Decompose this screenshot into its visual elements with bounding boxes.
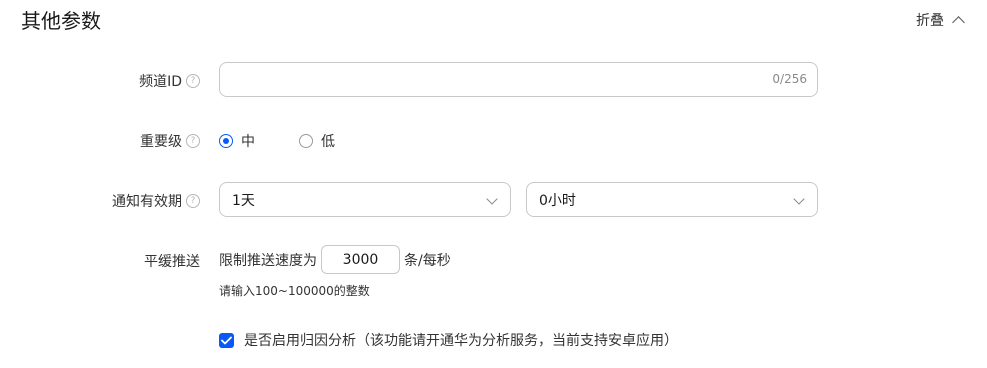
channel-id-label-group: 频道ID ? [139,71,200,91]
smooth-push-label: 平缓推送 [144,254,200,270]
collapse-label[interactable]: 折叠 [916,10,944,30]
radio-medium[interactable]: 中 [219,131,255,151]
other-params-panel: 其他参数 折叠 频道ID ? 0/256 重要级 ? 中 低 通知有效期 ? 1… [0,0,987,368]
chevron-up-icon[interactable] [952,15,965,29]
rate-suffix: 条/每秒 [404,252,451,269]
section-title: 其他参数 [21,9,101,33]
collapse-toggle[interactable]: 折叠 [916,10,965,30]
channel-id-row: 频道ID ? 0/256 [0,62,987,97]
check-icon[interactable] [221,336,232,345]
attribution-checkbox[interactable] [219,332,234,348]
validity-hour-value[interactable]: 0小时 [539,190,576,210]
radio-unchecked-icon[interactable] [299,134,313,148]
help-icon[interactable]: ? [186,134,200,148]
channel-id-label: 频道ID [139,74,182,90]
rate-hint: 请输入100~100000的整数 [219,284,370,298]
help-icon[interactable]: ? [186,194,200,208]
chevron-down-icon[interactable] [793,193,805,205]
importance-radio-group: 中 低 [219,131,379,151]
channel-id-input[interactable] [220,63,764,96]
char-counter: 0/256 [772,72,807,86]
importance-label: 重要级 [140,134,182,150]
radio-checked-icon[interactable] [219,134,233,148]
validity-hour-select[interactable]: 0小时 [526,182,818,217]
importance-label-group: 重要级 ? [140,131,200,151]
chevron-down-icon[interactable] [486,193,498,205]
rate-prefix: 限制推送速度为 [219,252,317,269]
validity-label: 通知有效期 [112,194,182,210]
radio-low-label[interactable]: 低 [321,131,335,151]
validity-label-group: 通知有效期 ? [112,191,200,211]
attribution-label[interactable]: 是否启用归因分析（该功能请开通华为分析服务，当前支持安卓应用） [244,330,678,350]
rate-limit-line: 限制推送速度为 3000 条/每秒 [219,245,451,274]
validity-day-select[interactable]: 1天 [219,182,511,217]
attribution-row: 是否启用归因分析（该功能请开通华为分析服务，当前支持安卓应用） [219,330,678,350]
radio-low[interactable]: 低 [299,131,335,151]
rate-input[interactable]: 3000 [321,245,400,274]
smooth-push-row: 平缓推送 限制推送速度为 3000 条/每秒 请输入100~100000的整数 [0,245,987,305]
importance-row: 重要级 ? 中 低 [0,129,987,151]
validity-row: 通知有效期 ? 1天 0小时 [0,182,987,217]
radio-medium-label[interactable]: 中 [241,131,255,151]
smooth-push-label-group: 平缓推送 [144,251,200,271]
validity-day-value[interactable]: 1天 [232,190,255,210]
channel-id-input-box[interactable]: 0/256 [219,62,818,97]
help-icon[interactable]: ? [186,74,200,88]
